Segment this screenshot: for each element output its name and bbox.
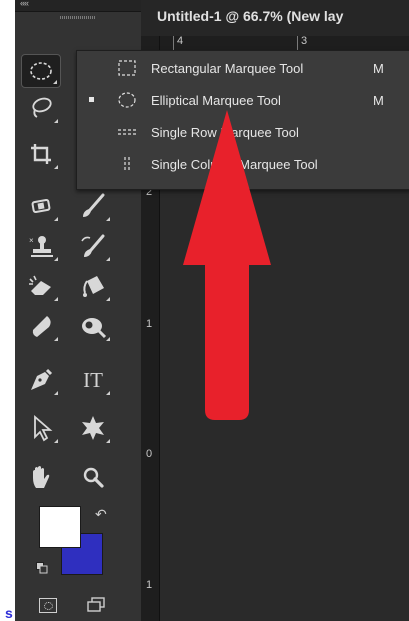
submenu-indicator (54, 217, 58, 221)
menu-item-label: Rectangular Marquee Tool (151, 61, 304, 76)
bucket-icon (83, 276, 104, 297)
submenu-indicator (106, 337, 110, 341)
stamp-icon: × (29, 236, 53, 257)
zoom-tool[interactable] (73, 460, 113, 496)
ruler-tick (297, 36, 298, 50)
submenu-indicator (106, 391, 110, 395)
ellipse-dotted-icon (30, 62, 52, 80)
ruler-label: 0 (146, 448, 153, 460)
crop-tool[interactable] (21, 136, 61, 172)
svg-text:×: × (29, 236, 34, 245)
crop-icon (31, 144, 51, 164)
screen-mode-icon[interactable] (87, 597, 105, 613)
dodge-tool[interactable] (73, 308, 113, 344)
type-tool[interactable]: IT (73, 362, 113, 398)
brush-icon (83, 193, 105, 217)
photoshop-window: «« × IT ↶ Untitled-1 @ 66.7% (New lay 4 … (0, 0, 409, 621)
path-selection-tool[interactable] (21, 410, 61, 446)
quick-mask-icon[interactable] (39, 598, 57, 613)
submenu-indicator (106, 439, 110, 443)
type-icon: IT (83, 367, 103, 392)
stray-text: s (5, 605, 13, 621)
submenu-indicator (54, 337, 58, 341)
spot-healing-tool[interactable] (21, 188, 61, 224)
submenu-indicator (106, 217, 110, 221)
submenu-indicator (54, 165, 58, 169)
menu-item-shortcut: M (373, 93, 384, 108)
hand-icon (33, 466, 50, 488)
ruler-tick (173, 36, 174, 50)
lasso-tool[interactable] (21, 90, 61, 126)
menu-item-rectangular-marquee[interactable]: Rectangular Marquee Tool M (77, 53, 409, 83)
horizontal-ruler: 4 3 (159, 35, 409, 51)
hand-tool[interactable] (21, 460, 61, 496)
submenu-indicator (54, 297, 58, 301)
pen-icon (31, 368, 53, 390)
menu-item-shortcut: M (373, 61, 384, 76)
collapse-panel-icon[interactable]: «« (20, 0, 29, 8)
submenu-indicator (54, 257, 58, 261)
document-tab-title[interactable]: Untitled-1 @ 66.7% (New lay (157, 8, 343, 24)
blur-tool[interactable] (21, 308, 61, 344)
row-marquee-icon (118, 129, 136, 135)
history-brush-icon (81, 234, 105, 257)
submenu-indicator (54, 119, 58, 123)
column-marquee-icon (124, 157, 130, 171)
paint-bucket-tool[interactable] (73, 268, 113, 304)
ruler-label: 1 (146, 318, 153, 330)
pen-tool[interactable] (21, 362, 61, 398)
brush-tool[interactable] (73, 188, 113, 224)
menu-item-label: Elliptical Marquee Tool (151, 93, 281, 108)
foreground-color-swatch[interactable] (39, 506, 81, 548)
arrow-pointer-icon (34, 415, 53, 442)
shape-icon (82, 416, 104, 440)
selected-indicator (89, 97, 94, 102)
submenu-indicator (53, 80, 57, 84)
clone-stamp-tool[interactable]: × (21, 228, 61, 264)
rect-marquee-icon (118, 60, 136, 76)
lasso-icon (32, 97, 52, 118)
custom-shape-tool[interactable] (73, 410, 113, 446)
panel-grip[interactable] (60, 16, 96, 19)
drop-icon (32, 316, 51, 337)
default-colors-icon[interactable] (36, 562, 48, 574)
submenu-indicator (106, 257, 110, 261)
ruler-label: 4 (177, 35, 184, 47)
ruler-label: 3 (301, 35, 308, 47)
eraser-icon (29, 275, 51, 295)
submenu-indicator (54, 439, 58, 443)
swap-colors-icon[interactable]: ↶ (95, 506, 107, 523)
bandage-icon (31, 199, 51, 213)
submenu-indicator (54, 391, 58, 395)
submenu-indicator (106, 297, 110, 301)
elliptical-marquee-tool[interactable] (21, 54, 61, 88)
red-annotation-arrow (183, 110, 271, 420)
ruler-label: 1 (146, 579, 153, 591)
history-brush-tool[interactable] (73, 228, 113, 264)
dodge-icon (82, 318, 107, 339)
magnifier-icon (83, 467, 104, 488)
document-tab-bar: Untitled-1 @ 66.7% (New lay (141, 0, 409, 37)
eraser-tool[interactable] (21, 268, 61, 304)
ellipse-marquee-icon (118, 92, 136, 108)
panel-header: «« (15, 0, 141, 12)
